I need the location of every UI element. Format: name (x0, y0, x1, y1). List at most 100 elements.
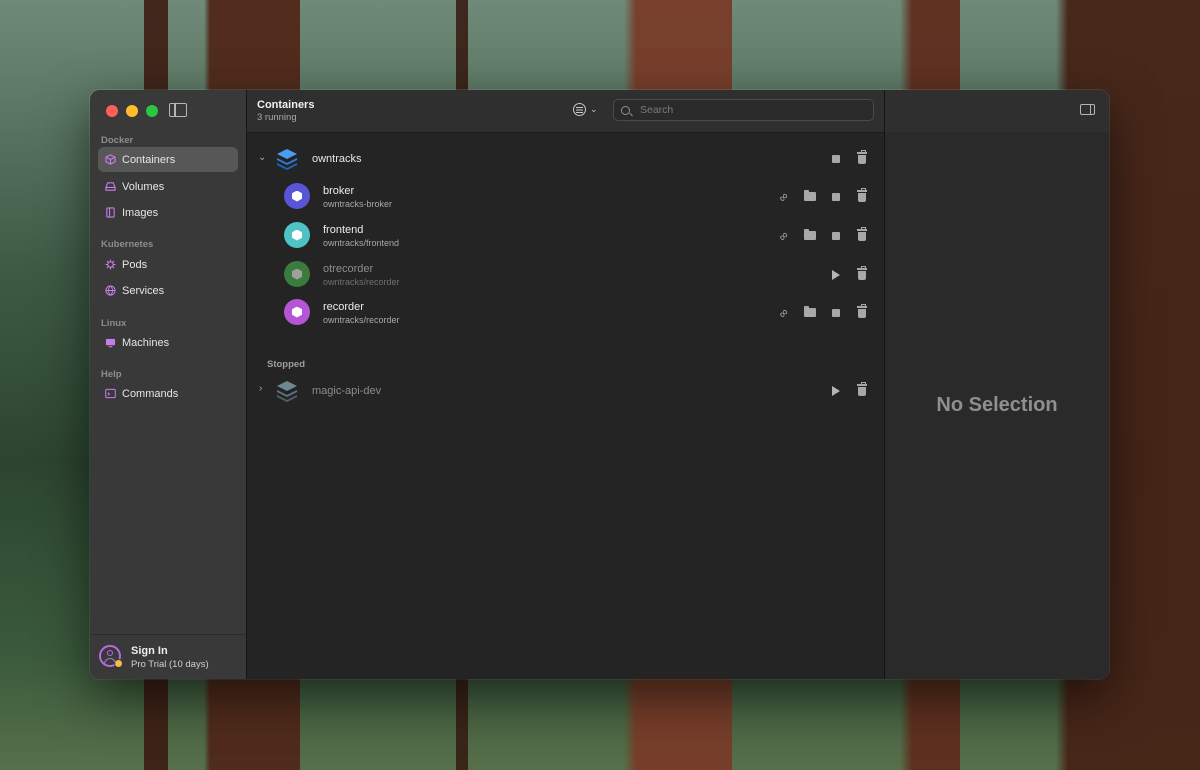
stop-button[interactable] (829, 306, 842, 319)
folder-icon (803, 306, 816, 317)
running-count: 3 running (257, 112, 297, 123)
play-icon (831, 269, 840, 280)
container-list-pane: Containers 3 running ⌄ ⌄ owntracks (247, 90, 885, 679)
trash-icon (856, 266, 867, 280)
delete-button[interactable] (855, 227, 868, 242)
close-window-button[interactable] (106, 105, 118, 117)
sidebar: Docker Containers Volumes Images Kuberne… (90, 90, 247, 679)
container-row-broker[interactable]: broker owntracks-broker ∞ (247, 178, 884, 216)
sidebar-item-volumes[interactable]: Volumes (98, 174, 238, 199)
compose-group-row-stopped[interactable]: › magic-api-dev (247, 372, 884, 410)
image-icon (105, 207, 116, 218)
minimize-window-button[interactable] (126, 105, 138, 117)
open-files-button[interactable] (803, 229, 816, 242)
delete-group-button[interactable] (855, 382, 868, 397)
container-row-recorder[interactable]: recorder owntracks/recorder ∞ (247, 294, 884, 332)
container-status-icon (284, 222, 310, 248)
search-icon (621, 105, 630, 115)
sidebar-section-kubernetes: Kubernetes (101, 239, 154, 250)
delete-button[interactable] (855, 266, 868, 281)
sidebar-item-label: Pods (122, 258, 148, 271)
sidebar-item-label: Images (122, 206, 159, 219)
sign-in-button[interactable]: Sign In Pro Trial (10 days) (90, 634, 246, 679)
trash-icon (856, 304, 867, 318)
cube-icon (292, 229, 302, 241)
start-group-button[interactable] (829, 384, 842, 397)
container-row-otrecorder[interactable]: otrecorder owntracks/recorder (247, 256, 884, 294)
stop-icon (831, 192, 840, 201)
container-name: frontend (323, 224, 364, 236)
sidebar-item-label: Containers (122, 153, 176, 166)
sidebar-section-help: Help (101, 369, 122, 380)
machine-icon (105, 337, 116, 348)
trash-icon (856, 150, 867, 164)
sidebar-section-linux: Linux (101, 318, 127, 329)
sidebar-item-services[interactable]: Services (98, 278, 238, 303)
delete-button[interactable] (855, 188, 868, 203)
cube-icon (292, 306, 302, 318)
delete-group-button[interactable] (855, 150, 868, 165)
sidebar-item-pods[interactable]: Pods (98, 252, 238, 277)
container-row-frontend[interactable]: frontend owntracks/frontend ∞ (247, 217, 884, 255)
open-files-button[interactable] (803, 306, 816, 319)
container-status-icon (284, 183, 310, 209)
sidebar-item-label: Volumes (122, 180, 165, 193)
search-field[interactable] (613, 99, 874, 121)
sidebar-item-label: Services (122, 284, 165, 297)
delete-button[interactable] (855, 304, 868, 319)
link-icon: ∞ (775, 304, 792, 321)
container-name: recorder (323, 301, 364, 313)
open-files-button[interactable] (803, 190, 816, 203)
open-link-button[interactable]: ∞ (776, 189, 792, 205)
sidebar-item-containers[interactable]: Containers (98, 147, 238, 172)
stop-button[interactable] (829, 190, 842, 203)
stop-icon (831, 231, 840, 240)
sidebar-item-label: Commands (122, 387, 179, 400)
stopped-section-label: Stopped (267, 359, 305, 370)
trial-status-dot (114, 659, 123, 668)
sidebar-toggle-icon[interactable] (169, 103, 187, 117)
zoom-window-button[interactable] (146, 105, 158, 117)
folder-icon (803, 229, 816, 240)
sidebar-section-docker: Docker (101, 135, 134, 146)
container-image: owntracks/recorder (323, 315, 400, 325)
trash-icon (856, 227, 867, 241)
sign-in-label: Sign In (131, 645, 168, 657)
start-button[interactable] (829, 268, 842, 281)
chevron-right-icon[interactable]: › (259, 383, 262, 394)
container-image: owntracks/recorder (323, 277, 400, 287)
stop-button[interactable] (829, 229, 842, 242)
sidebar-item-commands[interactable]: Commands (98, 381, 238, 406)
container-status-icon (284, 261, 310, 287)
container-status-icon (284, 299, 310, 325)
cube-icon (292, 190, 302, 202)
container-icon (105, 154, 116, 165)
compose-stack-icon (277, 381, 297, 402)
search-input[interactable] (638, 103, 862, 117)
container-name: broker (323, 185, 355, 197)
detail-pane: No Selection (885, 90, 1109, 679)
open-link-button[interactable]: ∞ (775, 304, 792, 321)
chevron-down-icon[interactable]: ⌄ (258, 152, 266, 163)
stop-icon (831, 308, 840, 317)
stop-group-button[interactable] (829, 152, 842, 165)
trash-icon (856, 382, 867, 396)
link-icon: ∞ (775, 227, 792, 244)
window-controls (106, 105, 158, 117)
filter-menu-button[interactable]: ⌄ (573, 103, 598, 116)
container-image: owntracks-broker (323, 199, 393, 209)
toolbar: Containers 3 running ⌄ (247, 90, 884, 133)
group-name: magic-api-dev (312, 385, 382, 397)
trash-icon (856, 188, 867, 202)
sidebar-item-images[interactable]: Images (98, 200, 238, 225)
compose-group-row[interactable]: ⌄ owntracks (247, 140, 884, 178)
no-selection-label: No Selection (936, 394, 1058, 416)
commands-icon (105, 388, 116, 399)
sidebar-item-label: Machines (122, 336, 170, 349)
compose-stack-icon (277, 149, 297, 170)
inspector-toggle-icon[interactable] (1080, 104, 1095, 115)
volume-icon (105, 181, 116, 192)
open-link-button[interactable]: ∞ (775, 227, 792, 244)
container-image: owntracks/frontend (323, 238, 400, 248)
sidebar-item-machines[interactable]: Machines (98, 330, 238, 355)
